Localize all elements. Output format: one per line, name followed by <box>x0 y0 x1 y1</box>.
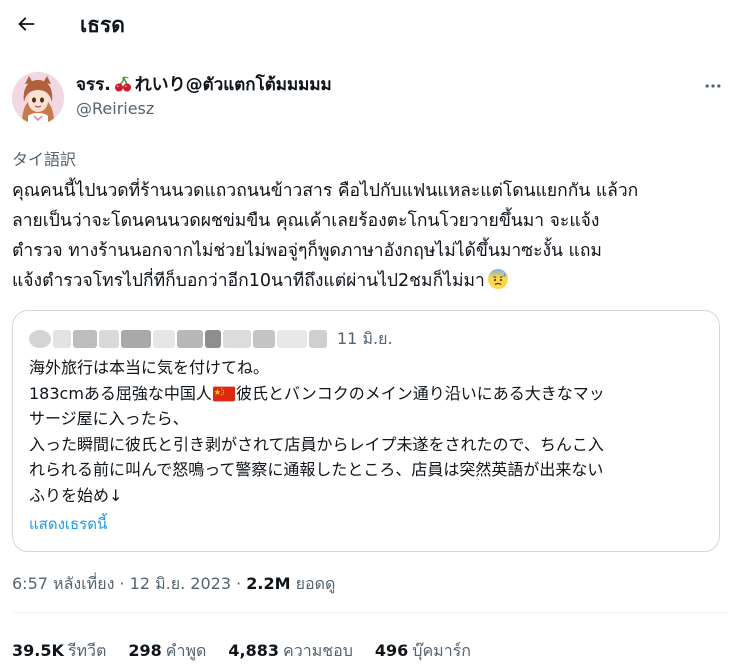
separator-dot: · <box>236 574 242 593</box>
back-button[interactable] <box>8 6 44 42</box>
tweet-text-line: ตำรวจ ทางร้านนอกจากไม่ช่วยไม่พอจู่ๆก็พูด… <box>12 241 602 261</box>
separator-dot: · <box>119 574 125 593</box>
quotes-label: คำพูด <box>165 640 207 660</box>
page-title: เธรด <box>80 13 125 37</box>
author-block: จรร. れいり@ตัวแตกโต้มมมมม @Reiriesz <box>12 72 728 124</box>
quoted-tweet-date: 11 มิ.ย. <box>337 329 393 348</box>
tweet-time[interactable]: 6:57 หลังเที่ยง <box>12 574 114 593</box>
author-name-prefix: จรร. <box>76 75 111 95</box>
quoted-text-line: れられる前に叫んで怒鳴って警察に通報したところ、店員は突然英語が出来ない <box>29 460 604 480</box>
quoted-tweet-header: 11 มิ.ย. <box>29 328 393 350</box>
retweets-stat[interactable]: 39.5K รีทวีต <box>12 639 106 664</box>
anxious-sweat-face-icon <box>487 269 508 289</box>
more-horizontal-icon <box>705 84 721 88</box>
likes-label: ความชอบ <box>283 640 353 660</box>
cherry-icon <box>114 76 131 92</box>
author-name[interactable]: จรร. れいり@ตัวแตกโต้มมมมม <box>76 74 332 96</box>
quotes-stat[interactable]: 298 คำพูด <box>128 639 206 664</box>
china-flag-icon <box>212 386 235 401</box>
avatar[interactable] <box>12 72 64 124</box>
retweets-label: รีทวีต <box>67 640 107 660</box>
quoted-author-avatar-blurred <box>29 330 51 348</box>
quoted-text-line: サージ屋に入ったら、 <box>29 409 189 429</box>
retweets-count: 39.5K <box>12 640 64 660</box>
show-thread-link[interactable]: แสดงเธรดนี้ <box>29 514 107 534</box>
bookmarks-count: 496 <box>374 640 409 660</box>
quoted-text-line: 183cmある屈強な中国人 彼氏とバンコクのメイン通り沿いにある大きなマッ <box>29 381 709 407</box>
engagement-stats: 39.5K รีทวีต 298 คำพูด 4,883 ความชอบ 496 บุ๊… <box>12 640 493 662</box>
tweet-text-line-last: แจ้งตำรวจโทรไปกี่ทีก็บอกว่าอีก10นาทีถึงแ… <box>12 266 728 296</box>
quoted-tweet-text: 海外旅行は本当に気を付けてね。 183cmある屈強な中国人 彼氏とバンコクのメイ… <box>29 355 709 509</box>
bookmarks-stat[interactable]: 496 บุ๊คมาร์ก <box>375 639 471 664</box>
author-handle[interactable]: @Reiriesz <box>76 99 154 119</box>
quoted-text-line: ふりを始め↓ <box>29 485 123 505</box>
quoted-author-name-blurred <box>53 330 329 348</box>
quoted-text-line: 入った瞬間に彼氏と引き剥がされて店員からレイプ未遂をされたので、ちんこ入 <box>29 434 604 454</box>
quoted-text-segment: 彼氏とバンコクのメイン通り沿いにある大きなマッ <box>235 383 605 403</box>
translation-label: タイ語訳 <box>12 150 77 169</box>
quoted-tweet-card[interactable]: 11 มิ.ย. 海外旅行は本当に気を付けてね。 183cmある屈強な中国人 彼… <box>12 310 720 552</box>
quoted-text-line: 海外旅行は本当に気を付けてね。 <box>29 358 270 377</box>
bookmarks-label: บุ๊คมาร์ก <box>412 640 471 660</box>
likes-stat[interactable]: 4,883 ความชอบ <box>228 639 352 664</box>
views-count: 2.2M <box>246 574 291 593</box>
tweet-timestamp: 6:57 หลังเที่ยง · 12 มิ.ย. 2023 · 2.2M ย… <box>12 573 335 595</box>
views-label: ยอดดู <box>295 574 336 593</box>
tweet-text-line: ลายเป็นว่าจะโดนคนนวดผชข่มขืน คุณเค้าเลยร… <box>12 211 600 231</box>
top-bar: เธรด <box>0 0 740 52</box>
author-name-suffix: れいり@ตัวแตกโต้มมมมม <box>134 75 332 95</box>
divider <box>12 612 728 613</box>
tweet-date[interactable]: 12 มิ.ย. 2023 <box>130 574 231 593</box>
quotes-count: 298 <box>128 640 162 660</box>
tweet-text-line: คุณคนนี้ไปนวดที่ร้านนวดแถวถนนข้าวสาร คือ… <box>12 181 639 201</box>
likes-count: 4,883 <box>228 640 280 660</box>
tweet-text-line-content: แจ้งตำรวจโทรไปกี่ทีก็บอกว่าอีก10นาทีถึงแ… <box>12 271 485 291</box>
arrow-left-icon <box>18 17 35 31</box>
quoted-text-segment: 183cmある屈強な中国人 <box>29 383 212 403</box>
more-options-button[interactable] <box>698 74 728 98</box>
tweet-text: คุณคนนี้ไปนวดที่ร้านนวดแถวถนนข้าวสาร คือ… <box>12 176 728 296</box>
